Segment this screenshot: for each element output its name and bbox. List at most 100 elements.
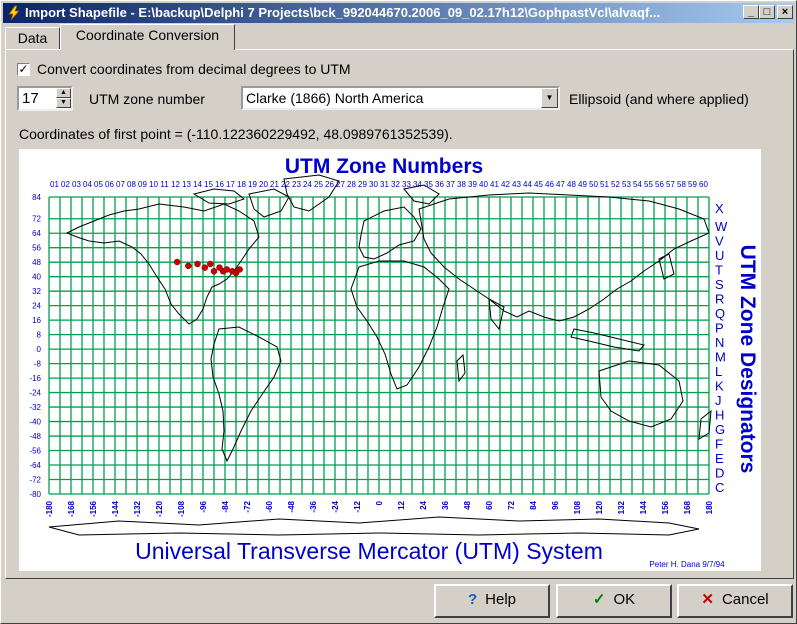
zone-spin-edit[interactable]: 17 ▲ ▼	[17, 86, 73, 111]
zone-number-label: 06	[105, 180, 114, 189]
longitude-label: -168	[67, 500, 76, 517]
maximize-button[interactable]: □	[759, 5, 775, 19]
zone-number-label: 49	[578, 180, 587, 189]
zone-designator-label: R	[715, 291, 724, 306]
zone-number-label: 58	[677, 180, 686, 189]
zone-number-label: 31	[380, 180, 389, 189]
zone-number-label: 43	[512, 180, 521, 189]
shapefile-point	[236, 266, 243, 273]
zone-designator-label: C	[715, 480, 724, 495]
shapefile-point	[185, 262, 192, 270]
zone-number-label: 29	[358, 180, 367, 189]
title-bar[interactable]: Import Shapefile - E:\backup\Delphi 7 Pr…	[3, 3, 794, 23]
longitude-label: 132	[617, 500, 626, 514]
zone-number-label: 41	[490, 180, 499, 189]
latitude-label: 56	[32, 244, 41, 253]
zone-number-label: 39	[468, 180, 477, 189]
latitude-label: 8	[37, 331, 42, 340]
longitude-label: -36	[309, 500, 318, 512]
first-point-text: Coordinates of first point = (-110.12236…	[19, 126, 453, 142]
spin-down-icon[interactable]: ▼	[56, 98, 71, 108]
latitude-label: 84	[32, 193, 41, 202]
ok-button[interactable]: ✓ OK	[556, 584, 672, 618]
zone-number-label: 57	[666, 180, 675, 189]
longitude-label: 108	[573, 500, 582, 514]
help-button[interactable]: ? Help	[434, 584, 550, 618]
cancel-label: Cancel	[721, 591, 769, 608]
zone-number-label: 11	[160, 180, 169, 189]
zone-number-label: 05	[94, 180, 103, 189]
ok-label: OK	[613, 591, 636, 608]
zone-designator-label: X	[715, 201, 724, 216]
longitude-label: 72	[507, 500, 516, 509]
utm-grid	[48, 196, 710, 495]
dropdown-arrow-icon[interactable]: ▼	[541, 88, 558, 108]
zone-designator-label: U	[715, 248, 724, 263]
zone-number-label: 50	[589, 180, 598, 189]
zone-number-label: 36	[435, 180, 444, 189]
spin-up-icon[interactable]: ▲	[56, 88, 71, 98]
latitude-label: 32	[32, 287, 41, 296]
longitude-label: 60	[485, 500, 494, 509]
longitude-label: -180	[45, 500, 54, 517]
zone-number-label: 12	[171, 180, 180, 189]
cancel-icon: ✕	[701, 591, 714, 608]
zone-value: 17	[22, 90, 39, 107]
zone-label: UTM zone number	[89, 91, 205, 107]
zone-number-label: 20	[259, 180, 268, 189]
minimize-button[interactable]: _	[743, 5, 759, 19]
zone-number-label: 47	[556, 180, 565, 189]
zone-designator-label: V	[715, 233, 724, 248]
latitude-label: -72	[29, 476, 41, 485]
zone-number-label: 37	[446, 180, 455, 189]
zone-number-label: 19	[248, 180, 257, 189]
zone-number-label: 35	[424, 180, 433, 189]
latitude-label: -24	[29, 389, 41, 398]
zone-number-label: 02	[61, 180, 70, 189]
zone-number-label: 15	[204, 180, 213, 189]
convert-checkbox[interactable]: ✓	[17, 63, 30, 76]
latitude-label: 16	[32, 316, 41, 325]
zone-number-label: 44	[523, 180, 532, 189]
longitude-label: -156	[89, 500, 98, 517]
cancel-button[interactable]: ✕ Cancel	[677, 584, 793, 618]
import-shapefile-window: Import Shapefile - E:\backup\Delphi 7 Pr…	[0, 0, 797, 624]
zone-number-labels: 01 02 03 04 05 06 07 08 09 10 11 12 13 14 15 16 17 18 19 20…	[50, 180, 708, 189]
zone-number-label: 59	[688, 180, 697, 189]
latitude-label: 24	[32, 302, 41, 311]
zone-number-label: 34	[413, 180, 422, 189]
zone-designator-label: H	[715, 407, 724, 422]
zone-designator-label: K	[715, 378, 724, 393]
longitude-label: -24	[331, 500, 340, 512]
zone-number-label: 48	[567, 180, 576, 189]
zone-number-label: 60	[699, 180, 708, 189]
zone-number-label: 03	[72, 180, 81, 189]
longitude-label: 36	[441, 500, 450, 509]
zone-number-label: 54	[633, 180, 642, 189]
zone-designator-label: E	[715, 451, 724, 466]
zone-number-label: 09	[138, 180, 147, 189]
zone-number-label: 30	[369, 180, 378, 189]
zone-number-label: 18	[237, 180, 246, 189]
latitude-label: -56	[29, 447, 41, 456]
zone-number-label: 25	[314, 180, 323, 189]
shapefile-point	[210, 268, 218, 275]
latitude-label: 0	[37, 345, 42, 354]
zone-number-label: 55	[644, 180, 653, 189]
zone-number-label: 22	[281, 180, 290, 189]
help-icon: ?	[467, 591, 478, 608]
zone-designator-label: S	[715, 277, 724, 292]
tab-data[interactable]: Data	[5, 27, 60, 49]
zone-designator-label: J	[715, 393, 722, 408]
close-button[interactable]: ×	[777, 5, 793, 19]
latitude-label: -16	[29, 374, 41, 383]
tab-coordinate-conversion[interactable]: Coordinate Conversion	[60, 24, 235, 50]
zone-number-label: 10	[149, 180, 158, 189]
zone-number-label: 16	[215, 180, 224, 189]
shapefile-point	[223, 266, 231, 273]
help-label: Help	[485, 591, 517, 608]
ellipsoid-label: Ellipsoid (and where applied)	[569, 91, 749, 107]
ellipsoid-select[interactable]: Clarke (1866) North America ▼	[241, 86, 560, 110]
zone-designator-label: Q	[715, 306, 725, 321]
map-credit: Peter H. Dana 9/7/94	[649, 560, 725, 569]
